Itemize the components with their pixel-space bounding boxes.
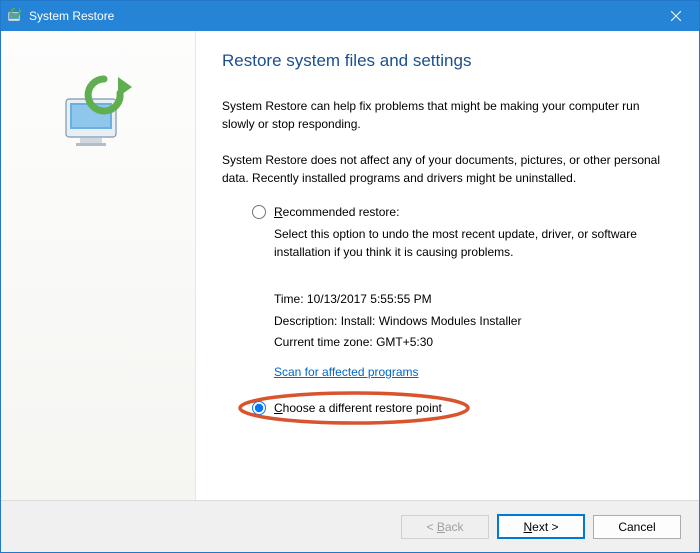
- page-heading: Restore system files and settings: [222, 51, 673, 71]
- main-content: Restore system files and settings System…: [196, 31, 699, 500]
- recommended-restore-option[interactable]: Recommended restore:: [252, 205, 673, 219]
- app-icon: [7, 8, 23, 24]
- detail-timezone: Current time zone: GMT+5:30: [274, 332, 673, 354]
- recommended-radio[interactable]: [252, 205, 266, 219]
- detail-time: Time: 10/13/2017 5:55:55 PM: [274, 289, 673, 311]
- choose-different-option[interactable]: Choose a different restore point: [252, 401, 673, 415]
- window-title: System Restore: [29, 9, 653, 23]
- detail-description: Description: Install: Windows Modules In…: [274, 311, 673, 333]
- dialog-body: Restore system files and settings System…: [1, 31, 699, 500]
- footer-buttons: < Back Next > Cancel: [1, 500, 699, 552]
- restore-details: Time: 10/13/2017 5:55:55 PM Description:…: [274, 289, 673, 383]
- choose-different-radio[interactable]: [252, 401, 266, 415]
- close-button[interactable]: [653, 1, 699, 31]
- intro-paragraph-2: System Restore does not affect any of yo…: [222, 151, 673, 187]
- choose-different-label: Choose a different restore point: [274, 401, 442, 415]
- scan-affected-programs-link[interactable]: Scan for affected programs: [274, 362, 419, 384]
- next-button[interactable]: Next >: [497, 514, 585, 539]
- restore-illustration-icon: [58, 71, 138, 151]
- recommended-description: Select this option to undo the most rece…: [274, 225, 673, 261]
- recommended-label: Recommended restore:: [274, 205, 399, 219]
- back-button: < Back: [401, 515, 489, 539]
- titlebar: System Restore: [1, 1, 699, 31]
- intro-paragraph-1: System Restore can help fix problems tha…: [222, 97, 673, 133]
- close-icon: [671, 11, 681, 21]
- sidebar: [1, 31, 196, 500]
- system-restore-window: System Restore Restore system files and …: [0, 0, 700, 553]
- cancel-button[interactable]: Cancel: [593, 515, 681, 539]
